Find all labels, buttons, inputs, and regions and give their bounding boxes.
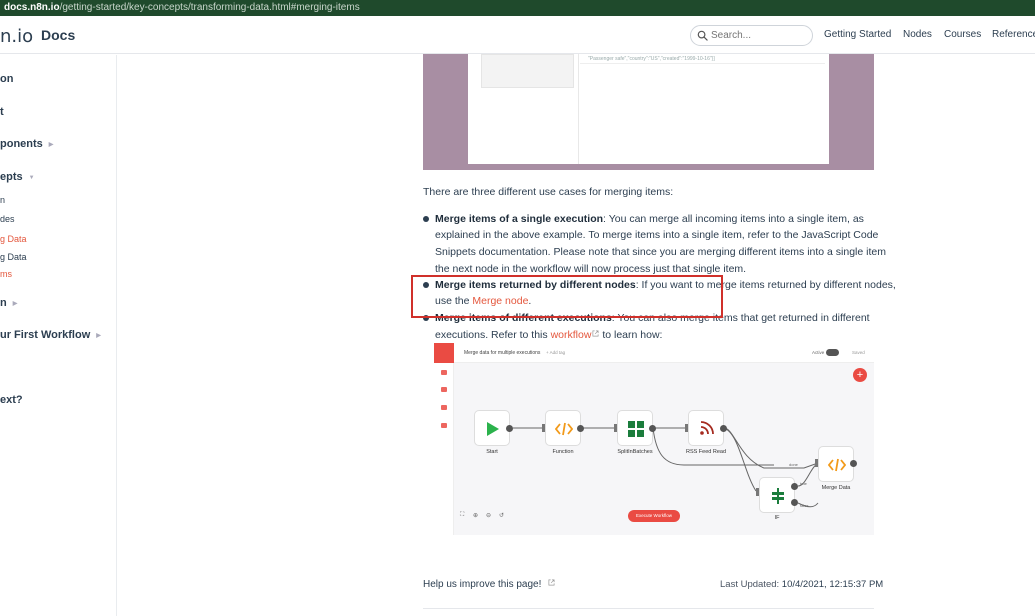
nav-reference[interactable]: Reference	[992, 29, 1035, 40]
search-box[interactable]	[690, 25, 813, 46]
search-icon	[697, 30, 708, 41]
collapse-arrow-icon: ▼	[28, 175, 35, 181]
example-screenshot-image: "Passenger safe","country":"US","created…	[423, 54, 874, 170]
site-title[interactable]: Docs	[41, 27, 75, 43]
node-rss-feed-read	[688, 410, 724, 446]
screenshot-json-text: "Passenger safe","country":"US","created…	[588, 56, 715, 62]
nav-nodes[interactable]: Nodes	[903, 29, 932, 40]
search-input[interactable]	[711, 28, 806, 43]
sidebar-item[interactable]: ur First Workflow ▶	[0, 329, 101, 341]
screenshot-code-box	[481, 54, 574, 88]
fullscreen-icon: ⛶	[460, 512, 465, 518]
node-label: SplitInBatches	[617, 449, 653, 455]
code-icon	[828, 458, 846, 472]
node-label: Merge Data	[821, 485, 851, 491]
sidebar-subitem[interactable]: g Data	[0, 252, 27, 262]
sidebar-item[interactable]: ext?	[0, 394, 23, 406]
sidebar-subitem-active[interactable]: g Data	[0, 234, 27, 244]
edge-label-done: done	[789, 462, 798, 467]
screenshot-panel: "Passenger safe","country":"US","created…	[468, 54, 829, 164]
sidebar-item[interactable]: epts ▼	[0, 171, 35, 183]
url-domain: docs.n8n.io	[4, 2, 60, 13]
nav-getting-started[interactable]: Getting Started	[824, 29, 891, 40]
node-function	[545, 410, 581, 446]
external-link-icon	[548, 579, 555, 586]
nav-courses[interactable]: Courses	[944, 29, 981, 40]
sidebar-item[interactable]: t	[0, 106, 4, 118]
expand-arrow-icon: ▶	[96, 333, 101, 339]
node-start	[474, 410, 510, 446]
highlight-box	[411, 275, 723, 318]
zoom-in-icon: ⊕	[473, 513, 479, 519]
expand-arrow-icon: ▶	[48, 142, 54, 148]
workflow-link[interactable]: workflow	[551, 329, 600, 341]
browser-url-bar[interactable]: docs.n8n.io/getting-started/key-concepts…	[0, 0, 1035, 16]
list-bullet	[423, 216, 429, 222]
edge-label-true: true	[800, 481, 807, 486]
sidebar-item[interactable]: ponents ▶	[0, 138, 53, 150]
site-header: n.io Docs Getting Started Nodes Courses …	[0, 16, 1035, 54]
node-label: Function	[552, 449, 574, 455]
code-icon	[555, 422, 573, 436]
intro-paragraph: There are three different use cases for …	[423, 186, 674, 198]
node-if	[759, 477, 795, 513]
help-improve-link[interactable]: Help us improve this page!	[423, 579, 555, 590]
sidebar-subitem[interactable]: n	[0, 195, 5, 205]
sidebar-subitem-active[interactable]: ms	[0, 269, 12, 279]
node-label: IF	[774, 515, 780, 521]
play-icon	[487, 422, 499, 436]
grid-icon	[628, 421, 644, 437]
expand-arrow-icon: ▶	[12, 301, 18, 307]
bullet1-line2: explained in the above example. To merge…	[435, 229, 879, 241]
if-icon	[772, 488, 784, 504]
bullet1-line3: Snippets documentation. Please note that…	[435, 246, 886, 258]
node-label: Start	[486, 449, 498, 455]
sidebar: on t ponents ▶ epts ▼ n des g Data g Data …	[0, 55, 117, 616]
workflow-screenshot-image: Merge data for multiple executions + Add…	[434, 343, 874, 535]
bullet3-line2: executions. Refer to this workflow to le…	[435, 329, 663, 341]
last-updated: Last Updated: 10/4/2021, 12:15:37 PM	[720, 579, 884, 590]
edge-label-false: false	[800, 503, 809, 508]
zoom-out-icon: ⊖	[486, 513, 492, 519]
sidebar-item[interactable]: on	[0, 73, 13, 85]
bullet1-line1: Merge items of a single execution: You c…	[435, 213, 864, 225]
node-splitinbatches	[617, 410, 653, 446]
rss-icon	[700, 421, 714, 435]
reset-zoom-icon: ↺	[499, 513, 505, 519]
sidebar-item[interactable]: n ▶	[0, 297, 17, 309]
sidebar-subitem[interactable]: des	[0, 214, 15, 224]
node-label: RSS Feed Read	[685, 449, 727, 455]
footer-divider	[423, 608, 874, 609]
bullet1-line4: the next node in the workflow will now p…	[435, 263, 747, 275]
execute-workflow-button: Execute Workflow	[628, 510, 680, 522]
url-path: /getting-started/key-concepts/transformi…	[59, 2, 360, 13]
node-merge-data	[818, 446, 854, 482]
site-logo[interactable]: n.io	[0, 26, 33, 47]
